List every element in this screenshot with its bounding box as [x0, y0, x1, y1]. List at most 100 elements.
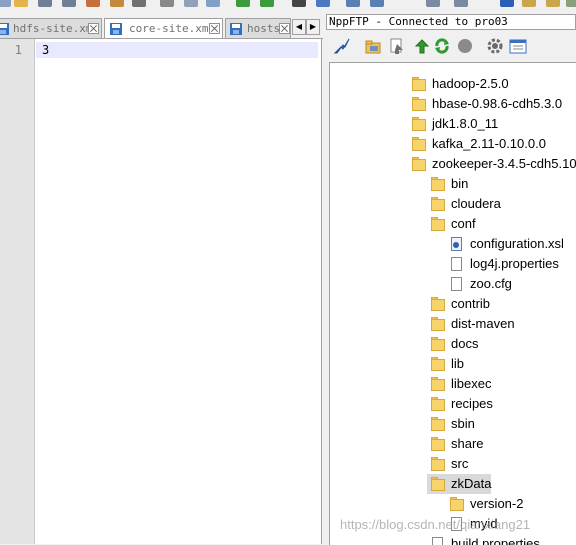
wrap-icon[interactable]	[500, 0, 514, 7]
tree-item-label: docs	[451, 336, 479, 351]
folder-icon	[412, 96, 426, 112]
ftp-file-tree[interactable]: hadoop-2.5.0 hbase-0.98.6-cdh5.3.0 jdk1.8.…	[329, 62, 576, 545]
tab-close-icon[interactable]	[279, 23, 290, 34]
tab-label: hdfs-site.xml	[13, 22, 100, 35]
zoom-in-icon[interactable]	[346, 0, 360, 7]
save-icon[interactable]	[38, 0, 52, 7]
tree-item-label: bin	[451, 176, 469, 191]
nppftp-panel: NppFTP - Connected to pro03 hadoop-2.5.0…	[326, 10, 576, 545]
connect-icon[interactable]	[333, 37, 351, 55]
open-file-icon[interactable]	[14, 0, 28, 7]
editor-area[interactable]: 1 3	[0, 39, 322, 544]
close-all-icon[interactable]	[110, 0, 124, 7]
print-icon[interactable]	[132, 0, 146, 7]
tab-hdfs-site[interactable]: hdfs-site.xml	[0, 18, 102, 38]
tree-item-label: kafka_2.11-0.10.0.0	[432, 136, 546, 151]
folder-icon	[431, 476, 445, 492]
current-line-highlight	[36, 42, 318, 58]
open-folder-icon[interactable]	[364, 37, 382, 55]
folder-icon	[431, 416, 445, 432]
paste-icon[interactable]	[206, 0, 220, 7]
undo-icon[interactable]	[236, 0, 250, 7]
tree-item-label: zkData	[451, 476, 492, 491]
ftp-panel-title: NppFTP - Connected to pro03	[326, 14, 576, 30]
folder-icon	[412, 116, 426, 132]
folder-icon	[431, 436, 445, 452]
ftp-toolbar	[326, 32, 576, 60]
folder-icon	[431, 456, 445, 472]
tree-item-label: conf	[451, 216, 476, 231]
folder-icon	[412, 76, 426, 92]
tab-bar: hdfs-site.xml core-site.xml hosts	[0, 16, 323, 39]
indent-guide-icon[interactable]	[546, 0, 560, 7]
tab-core-site[interactable]: core-site.xml	[104, 18, 223, 38]
editor-text[interactable]: 3	[42, 43, 49, 57]
tab-label: hosts	[247, 22, 281, 35]
folder-icon	[431, 296, 445, 312]
download-icon[interactable]	[388, 37, 406, 55]
tab-hosts[interactable]: hosts	[225, 18, 291, 38]
save-all-icon[interactable]	[62, 0, 76, 7]
folder-icon	[431, 376, 445, 392]
line-number-gutter: 1	[0, 39, 35, 544]
tree-item-label: configuration.xsl	[470, 236, 564, 251]
folder-icon	[412, 136, 426, 152]
watermark: https://blog.csdn.net/qianxiang21	[340, 517, 531, 532]
line-number: 1	[14, 43, 22, 57]
main-toolbar	[0, 0, 576, 10]
copy-icon[interactable]	[184, 0, 198, 7]
tab-close-icon[interactable]	[88, 23, 99, 34]
tree-item-label: libexec	[451, 376, 492, 391]
redo-icon[interactable]	[260, 0, 274, 7]
sync-h-icon[interactable]	[454, 0, 468, 7]
upload-icon[interactable]	[413, 37, 431, 55]
all-chars-icon[interactable]	[522, 0, 536, 7]
file-icon	[450, 256, 464, 272]
tree-item-label: recipes	[451, 396, 493, 411]
folder-icon	[431, 196, 445, 212]
folder-icon	[431, 316, 445, 332]
tree-item-label: log4j.properties	[470, 256, 559, 271]
new-file-icon[interactable]	[0, 0, 11, 7]
find-icon[interactable]	[292, 0, 306, 7]
settings-icon[interactable]	[486, 37, 504, 55]
tab-close-icon[interactable]	[209, 23, 220, 34]
tree-item-label: share	[451, 436, 484, 451]
disk-icon	[0, 22, 9, 35]
zoom-out-icon[interactable]	[370, 0, 384, 7]
message-window-icon[interactable]	[509, 37, 527, 55]
folder-icon	[450, 496, 464, 512]
xsl-file-icon	[450, 236, 464, 252]
tree-item-label: sbin	[451, 416, 475, 431]
tree-item-label: contrib	[451, 296, 491, 311]
sync-v-icon[interactable]	[426, 0, 440, 7]
tree-item-label: hadoop-2.5.0	[432, 76, 509, 91]
tab-label: core-site.xml	[129, 22, 216, 35]
close-icon[interactable]	[86, 0, 100, 7]
replace-icon[interactable]	[316, 0, 330, 7]
tree-item-label: zoo.cfg	[470, 276, 512, 291]
tree-item-label: zookeeper-3.4.5-cdh5.10	[432, 156, 576, 171]
tree-item-label: version-2	[470, 496, 524, 511]
doc-map-icon[interactable]	[566, 0, 576, 7]
folder-icon	[412, 156, 426, 172]
tree-item-label: hbase-0.98.6-cdh5.3.0	[432, 96, 563, 111]
file-icon	[450, 276, 464, 292]
folder-icon	[431, 216, 445, 232]
folder-icon	[431, 176, 445, 192]
tree-item-label: src	[451, 456, 469, 471]
tree-item-label: dist-maven	[451, 316, 515, 331]
tree-item-label: cloudera	[451, 196, 501, 211]
tree-item-label: lib	[451, 356, 465, 371]
refresh-icon[interactable]	[433, 37, 451, 55]
tab-scroll-left-button[interactable]: ◀	[292, 19, 306, 35]
disk-icon	[230, 22, 242, 35]
tree-item-label: jdk1.8.0_11	[432, 116, 499, 131]
tab-scroll-right-button[interactable]: ▶	[306, 19, 320, 35]
folder-icon	[431, 396, 445, 412]
folder-icon	[431, 356, 445, 372]
disk-icon	[110, 22, 122, 35]
folder-icon	[431, 336, 445, 352]
abort-icon[interactable]	[456, 37, 474, 55]
cut-icon[interactable]	[160, 0, 174, 7]
